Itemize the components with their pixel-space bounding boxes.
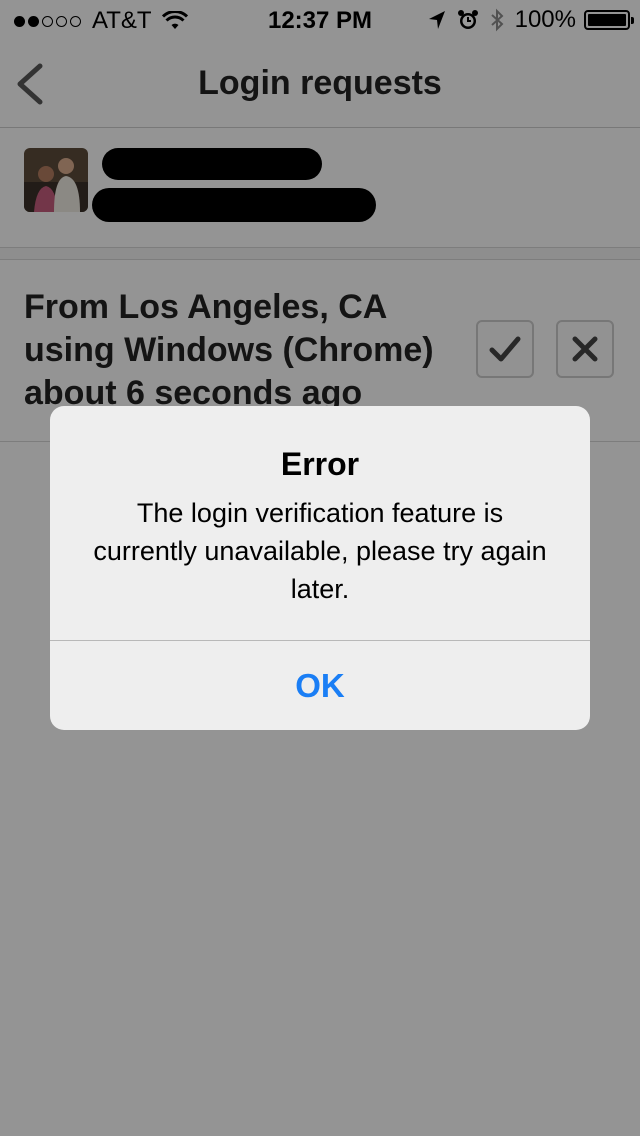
error-alert: Error The login verification feature is … xyxy=(50,406,590,730)
ok-button[interactable]: OK xyxy=(50,641,590,730)
alert-title: Error xyxy=(280,446,360,482)
alert-message: The login verification feature is curren… xyxy=(93,498,547,604)
